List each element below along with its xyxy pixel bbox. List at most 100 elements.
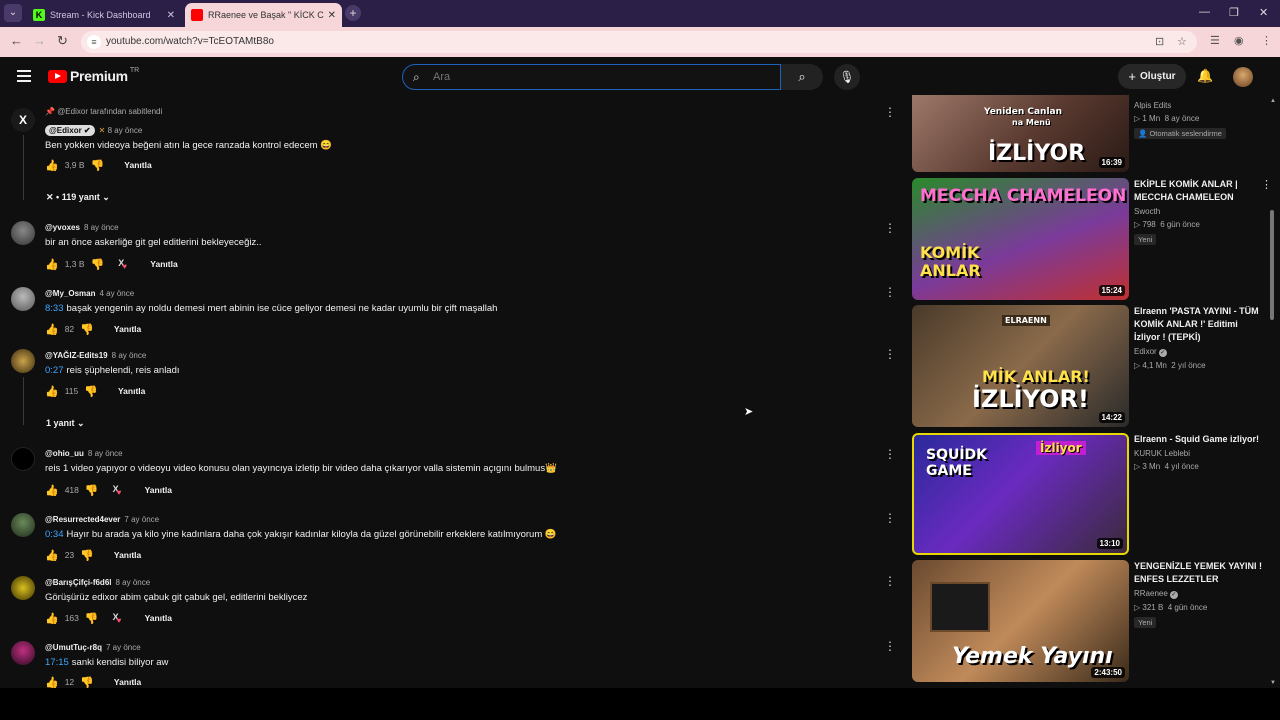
extensions-icon[interactable]: ☰ [1210,34,1220,47]
like-icon[interactable]: 👍 [45,323,59,336]
close-window-icon[interactable]: ✕ [1259,6,1268,19]
timestamp-link[interactable]: 17:15 [45,657,69,668]
video-card[interactable]: Yeniden Canlan na Menü İZLİYOR 16:39 Alp… [912,95,1270,172]
dislike-icon[interactable]: 👎 [91,258,105,271]
back-arrow-icon[interactable]: ← [10,33,23,48]
search-button[interactable]: ⌕ [781,64,823,90]
channel-name[interactable]: Swocth [1134,207,1264,216]
channel-name[interactable]: Alpis Edits [1134,101,1264,110]
like-icon[interactable]: 👍 [45,258,59,271]
avatar[interactable] [11,513,35,537]
like-icon[interactable]: 👍 [45,676,59,689]
reply-button[interactable]: Yanıtla [114,677,141,687]
author-name[interactable]: @yvoxes [45,223,80,232]
account-avatar[interactable] [1233,67,1253,87]
video-title[interactable]: YENGENİZLE YEMEK YAYINI ! ENFES LEZZETLE… [1134,560,1264,586]
channel-name[interactable]: Edixor ✓ [1134,347,1264,357]
dislike-icon[interactable]: 👎 [80,676,94,689]
reply-button[interactable]: Yanıtla [145,485,172,495]
author-name[interactable]: @Resurrected4ever [45,515,120,524]
dislike-icon[interactable]: 👎 [85,612,99,625]
reply-button[interactable]: Yanıtla [150,259,177,269]
like-icon[interactable]: 👍 [45,612,59,625]
timestamp-link[interactable]: 8:33 [45,303,64,314]
dislike-icon[interactable]: 👎 [91,159,105,172]
video-card[interactable]: SQUİDK GAME İzliyor 13:10 Elraenn - Squi… [912,433,1270,555]
timestamp-link[interactable]: 0:27 [45,365,64,376]
like-icon[interactable]: 👍 [45,385,59,398]
reply-button[interactable]: Yanıtla [118,386,145,396]
video-thumbnail[interactable]: ELRAENN MİK ANLAR! İZLİYOR! 14:22 [912,305,1129,427]
channel-name[interactable]: KURUK Leblebi [1134,449,1264,458]
forward-arrow-icon[interactable]: → [33,33,46,48]
avatar[interactable] [11,349,35,373]
dislike-icon[interactable]: 👎 [80,323,94,336]
install-app-icon[interactable]: ⊡ [1155,35,1164,48]
video-thumbnail[interactable]: Yeniden Canlan na Menü İZLİYOR 16:39 [912,95,1129,172]
scroll-up-arrow-icon[interactable]: ▲ [1270,98,1276,104]
view-replies-button[interactable]: ✕ • 119 yanıt ⌄ [46,192,110,203]
more-actions-icon[interactable]: ⋮ [884,574,896,588]
reload-icon[interactable]: ↻ [57,33,68,49]
dislike-icon[interactable]: 👎 [84,385,98,398]
new-tab-button[interactable]: + [345,5,361,21]
close-tab-icon[interactable]: ✕ [328,10,336,21]
video-card[interactable]: MECCHA CHAMELEON KOMİK ANLAR 15:24 EKİPL… [912,178,1270,300]
video-title[interactable]: EKİPLE KOMİK ANLAR | MECCHA CHAMELEON [1134,178,1264,204]
tab-search-button[interactable]: ⌄ [4,4,22,22]
avatar[interactable] [11,641,35,665]
dislike-icon[interactable]: 👎 [80,549,94,562]
more-actions-icon[interactable]: ⋮ [884,347,896,361]
timestamp-link[interactable]: 0:34 [45,529,64,540]
avatar[interactable]: X [11,108,35,132]
maximize-icon[interactable]: ❐ [1229,6,1239,19]
video-card[interactable]: ELRAENN MİK ANLAR! İZLİYOR! 14:22 Elraen… [912,305,1270,427]
avatar[interactable] [11,287,35,311]
channel-name[interactable]: RRaenee ✓ [1134,589,1264,599]
like-icon[interactable]: 👍 [45,549,59,562]
menu-icon[interactable] [17,70,31,82]
author-name[interactable]: @BarışÇifçi-f6d6l [45,578,111,587]
more-actions-icon[interactable]: ⋮ [884,105,896,119]
author-name[interactable]: @My_Osman [45,289,95,298]
video-thumbnail[interactable]: Yemek Yayını 2:43:50 [912,560,1129,682]
youtube-premium-logo[interactable]: Premium TR [48,67,139,84]
microphone-icon[interactable]: 🎙 [834,64,860,90]
video-title[interactable]: Elraenn - Squid Game izliyor! [1134,433,1264,446]
more-actions-icon[interactable]: ⋮ [884,285,896,299]
address-bar[interactable]: ≡ youtube.com/watch?v=TcEOTAMtB8o ⊡ ☆ [81,31,1197,53]
search-input[interactable] [433,68,763,86]
close-tab-icon[interactable]: ✕ [167,10,175,21]
author-name[interactable]: @ohio_uu [45,449,84,458]
profile-icon[interactable]: ◉ [1234,34,1244,47]
video-thumbnail[interactable]: SQUİDK GAME İzliyor 13:10 [912,433,1129,555]
reply-button[interactable]: Yanıtla [114,550,141,560]
tab-kick-dashboard[interactable]: K Stream - Kick Dashboard ✕ [27,3,181,27]
notifications-bell-icon[interactable]: 🔔 [1197,68,1213,84]
dislike-icon[interactable]: 👎 [85,484,99,497]
more-actions-icon[interactable]: ⋮ [884,511,896,525]
more-actions-icon[interactable]: ⋮ [884,639,896,653]
bookmark-star-icon[interactable]: ☆ [1177,35,1187,48]
reply-button[interactable]: Yanıtla [145,613,172,623]
reply-button[interactable]: Yanıtla [124,160,151,170]
site-info-icon[interactable]: ≡ [87,35,101,49]
page-scrollbar-thumb[interactable] [1270,210,1274,320]
video-card[interactable]: Yemek Yayını 2:43:50 YENGENİZLE YEMEK YA… [912,560,1270,682]
avatar[interactable] [11,221,35,245]
view-replies-button[interactable]: 1 yanıt ⌄ [46,418,85,429]
search-box[interactable]: ⌕ [402,64,781,90]
reply-button[interactable]: Yanıtla [114,324,141,334]
more-actions-icon[interactable]: ⋮ [1261,178,1270,191]
avatar[interactable] [11,447,35,471]
author-chip[interactable]: @Edixor ✔ [45,125,95,136]
author-name[interactable]: @UmutTuç-r8q [45,643,102,652]
browser-menu-icon[interactable]: ⋮ [1261,34,1272,47]
more-actions-icon[interactable]: ⋮ [884,221,896,235]
create-button[interactable]: + Oluştur [1118,64,1186,89]
like-icon[interactable]: 👍 [45,484,59,497]
video-title[interactable]: Elraenn 'PASTA YAYINI - TÜM KOMİK ANLAR … [1134,305,1264,344]
minimize-icon[interactable]: — [1199,6,1210,18]
author-name[interactable]: @YAĞIZ-Edits19 [45,351,108,360]
video-thumbnail[interactable]: MECCHA CHAMELEON KOMİK ANLAR 15:24 [912,178,1129,300]
